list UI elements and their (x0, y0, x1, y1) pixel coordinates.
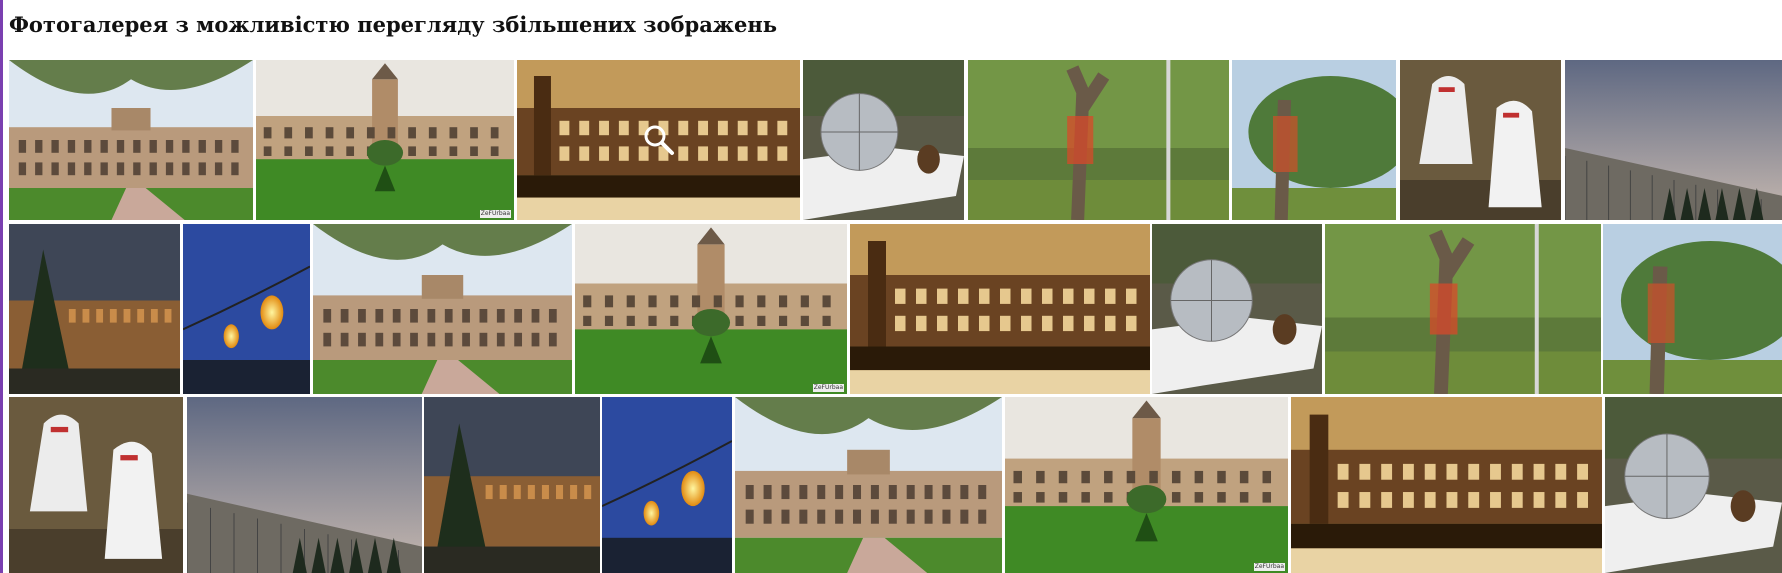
gallery-thumbnail[interactable] (313, 224, 572, 394)
photo-image (968, 60, 1229, 220)
gallery-thumbnail[interactable] (735, 397, 1002, 573)
photo-image (735, 397, 1002, 573)
gallery-thumbnail[interactable] (968, 60, 1229, 220)
photo-image (517, 60, 800, 220)
photo-image (9, 60, 253, 220)
photo-image (9, 397, 183, 573)
photo-image (1152, 224, 1322, 394)
gallery-thumbnail[interactable] (9, 60, 253, 220)
photo-image (1400, 60, 1561, 220)
gallery-thumbnail[interactable] (1152, 224, 1322, 394)
page-title: Фотогалерея з можливістю перегляду збіль… (9, 12, 777, 37)
photo-image (1291, 397, 1602, 573)
photo-image (1565, 60, 1782, 220)
gallery-thumbnail[interactable] (1291, 397, 1602, 573)
photo-image (187, 397, 422, 573)
photo-image (602, 397, 732, 573)
gallery-thumbnail[interactable] (1400, 60, 1561, 220)
gallery-thumbnail[interactable] (517, 60, 800, 220)
gallery-thumbnail[interactable] (1325, 224, 1601, 394)
gallery-thumbnail[interactable] (1605, 397, 1782, 573)
photo-credit: ZeFUrbaa (1253, 563, 1285, 571)
photo-image (850, 224, 1150, 394)
gallery-thumbnail[interactable] (1603, 224, 1782, 394)
photo-image (424, 397, 600, 573)
gallery-thumbnail[interactable] (9, 224, 180, 394)
photo-image (803, 60, 964, 220)
gallery-thumbnail[interactable] (9, 397, 183, 573)
photo-image (575, 224, 847, 394)
gallery-thumbnail[interactable] (803, 60, 964, 220)
photo-image (1605, 397, 1782, 573)
photo-image (1232, 60, 1396, 220)
gallery-thumbnail[interactable]: ZeFUrbaa (575, 224, 847, 394)
photo-image (1325, 224, 1601, 394)
gallery-thumbnail[interactable] (424, 397, 600, 573)
gallery-thumbnail[interactable] (1232, 60, 1396, 220)
photo-image (256, 60, 514, 220)
photo-image (1603, 224, 1782, 394)
gallery-thumbnail[interactable] (850, 224, 1150, 394)
gallery-thumbnail[interactable] (602, 397, 732, 573)
gallery-thumbnail[interactable] (183, 224, 310, 394)
photo-image (313, 224, 572, 394)
gallery-thumbnail[interactable] (187, 397, 422, 573)
photo-image (183, 224, 310, 394)
gallery-thumbnail[interactable]: ZeFUrbaa (256, 60, 514, 220)
photo-image (9, 224, 180, 394)
photo-credit: ZeFUrbaa (812, 384, 844, 392)
gallery-thumbnail[interactable] (1565, 60, 1782, 220)
photo-credit: ZeFUrbaa (479, 210, 511, 218)
photo-image (1005, 397, 1288, 573)
window-border (0, 0, 3, 573)
gallery-thumbnail[interactable]: ZeFUrbaa (1005, 397, 1288, 573)
